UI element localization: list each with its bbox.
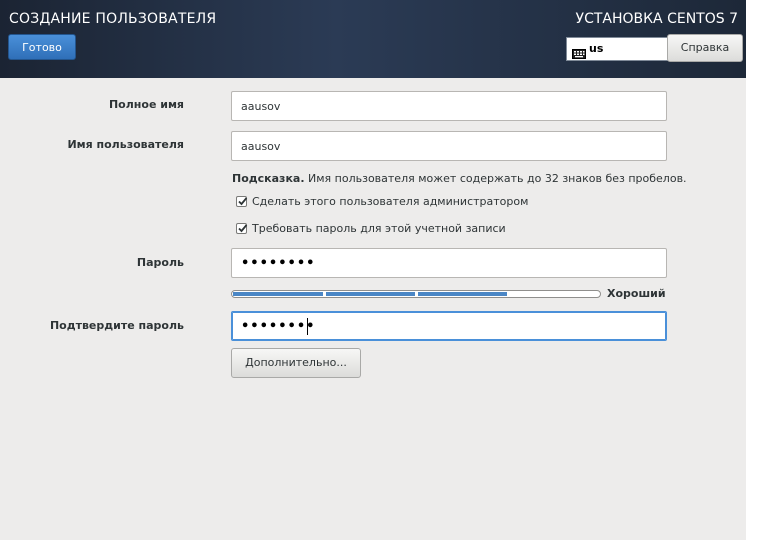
fullname-field-wrap: [231, 91, 667, 121]
advanced-button[interactable]: Дополнительно...: [231, 348, 361, 378]
strength-segment: [233, 292, 323, 296]
require-password-checkbox[interactable]: Требовать пароль для этой учетной записи: [236, 222, 506, 237]
confirm-password-field[interactable]: ••••••••: [231, 311, 667, 341]
confirm-password-masked-value: ••••••••: [241, 319, 316, 334]
password-masked-value: ••••••••: [241, 256, 316, 271]
text-caret: [307, 318, 308, 335]
help-button[interactable]: Справка: [667, 34, 743, 62]
admin-checkbox-label: Сделать этого пользователя администратор…: [252, 195, 529, 208]
checkmark-icon: [238, 197, 248, 206]
require-password-checkbox-box[interactable]: [236, 223, 248, 234]
hint-title: Подсказка.: [232, 172, 305, 185]
username-label: Имя пользователя: [67, 138, 184, 151]
hint-text: Имя пользователя может содержать до 32 з…: [304, 172, 687, 185]
strength-segment: [326, 292, 415, 296]
password-strength-label: Хороший: [607, 287, 666, 300]
admin-checkbox[interactable]: Сделать этого пользователя администратор…: [236, 195, 528, 210]
keyboard-layout-label: us: [589, 42, 604, 55]
keyboard-layout-indicator[interactable]: us: [566, 37, 670, 61]
username-field-wrap: [231, 131, 667, 161]
product-title: УСТАНОВКА CENTOS 7: [575, 11, 738, 27]
admin-checkbox-box[interactable]: [236, 196, 248, 207]
fullname-input[interactable]: [232, 92, 666, 120]
page-title: СОЗДАНИЕ ПОЛЬЗОВАТЕЛЯ: [9, 11, 217, 27]
password-label: Пароль: [136, 256, 184, 269]
require-password-checkbox-label: Требовать пароль для этой учетной записи: [252, 222, 506, 235]
header-bar: СОЗДАНИЕ ПОЛЬЗОВАТЕЛЯ Готово УСТАНОВКА C…: [0, 0, 746, 78]
done-button[interactable]: Готово: [8, 34, 76, 60]
strength-segment: [418, 292, 507, 296]
checkmark-icon: [238, 224, 248, 233]
password-field[interactable]: ••••••••: [231, 248, 667, 278]
username-hint: Подсказка. Имя пользователя может содерж…: [232, 172, 687, 185]
fullname-label: Полное имя: [108, 98, 184, 111]
username-input[interactable]: [232, 132, 666, 160]
installer-window: СОЗДАНИЕ ПОЛЬЗОВАТЕЛЯ Готово УСТАНОВКА C…: [0, 0, 746, 540]
confirm-password-label: Подтвердите пароль: [49, 319, 184, 332]
keyboard-icon: [572, 44, 586, 59]
password-strength-meter: [231, 290, 601, 298]
